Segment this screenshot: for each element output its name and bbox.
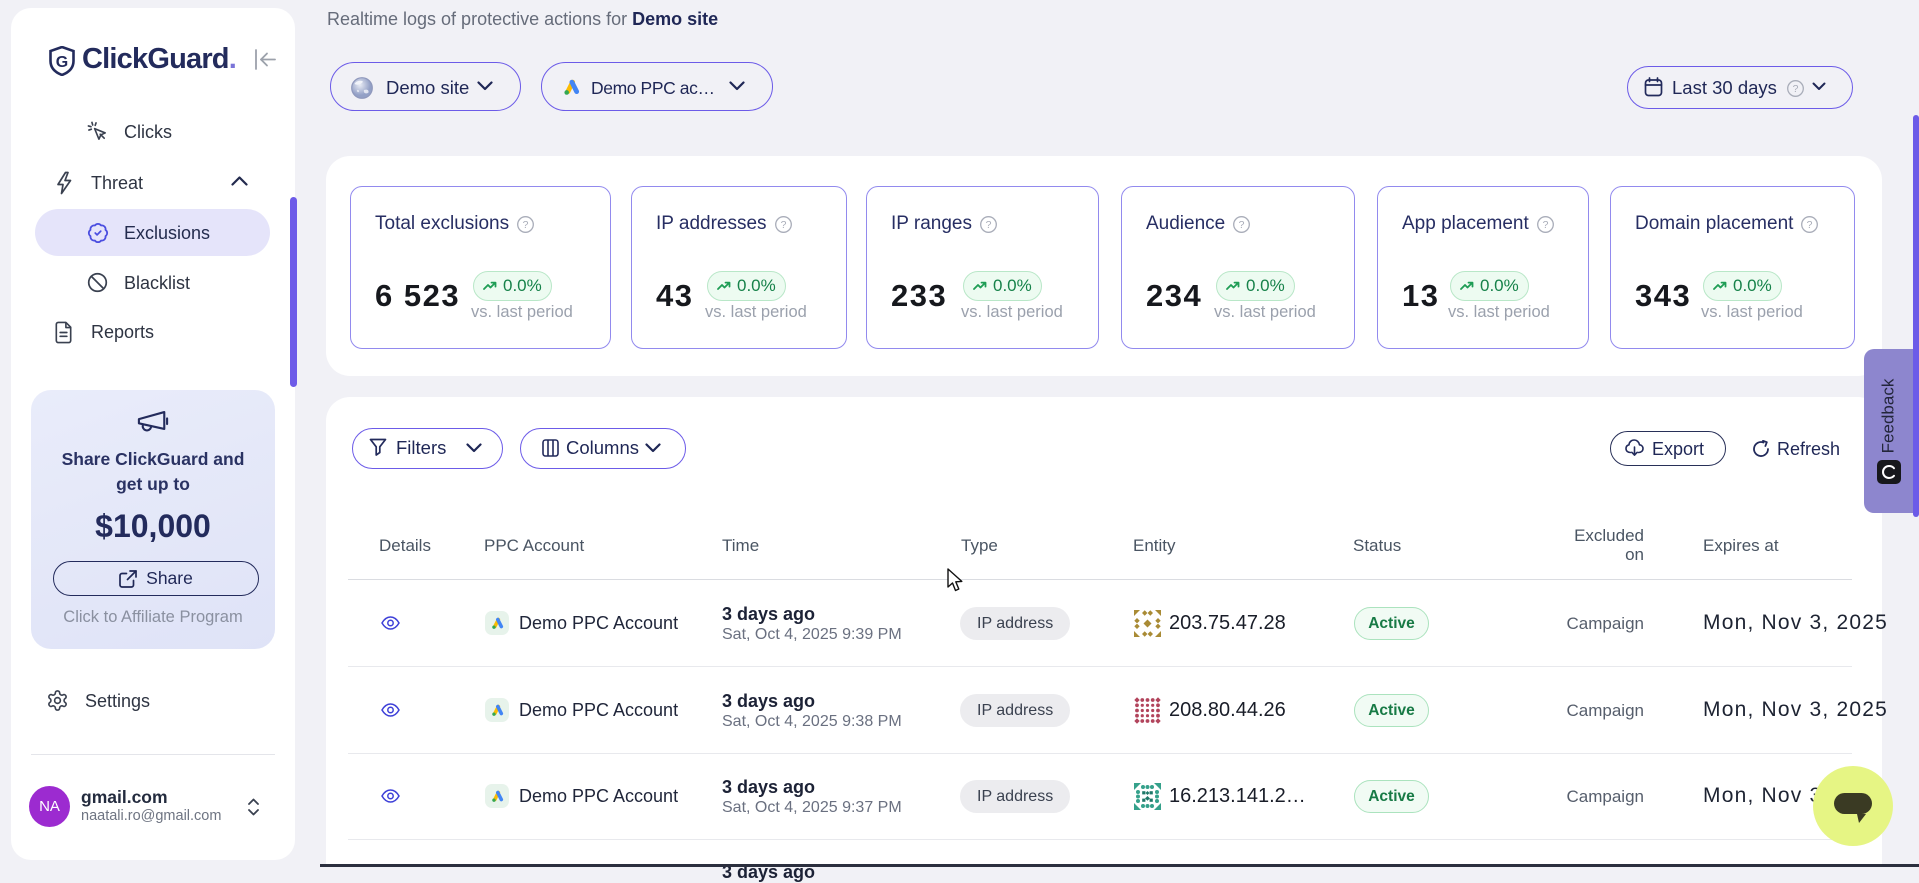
- svg-text:?: ?: [1239, 219, 1245, 231]
- svg-text:?: ?: [523, 219, 529, 231]
- svg-text:G: G: [56, 54, 68, 71]
- svg-text:?: ?: [1793, 83, 1799, 95]
- svg-text:?: ?: [780, 219, 786, 231]
- svg-text:?: ?: [1807, 219, 1813, 231]
- svg-text:?: ?: [1542, 219, 1548, 231]
- svg-text:?: ?: [986, 219, 992, 231]
